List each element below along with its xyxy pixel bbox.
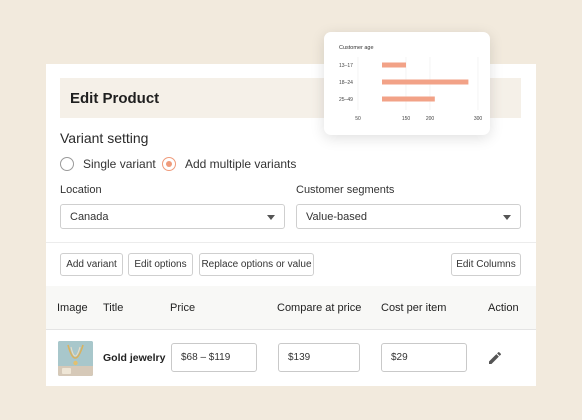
replace-options-button[interactable]: Replace options or value (199, 253, 314, 276)
x-tick-label: 200 (426, 116, 435, 122)
column-header-compare-at-price: Compare at price (277, 302, 362, 314)
x-tick-label: 300 (474, 116, 483, 122)
edit-columns-button[interactable]: Edit Columns (451, 253, 521, 276)
compare-at-price-input[interactable]: $139 (278, 343, 360, 372)
category-label: 13–17 (339, 63, 353, 69)
customer-segments-value: Value-based (306, 211, 367, 223)
x-tick-label: 150 (402, 116, 411, 122)
price-input[interactable]: $68 – $119 (171, 343, 257, 372)
bar (382, 62, 406, 68)
customer-segments-select[interactable]: Value-based (296, 204, 521, 229)
category-label: 18–24 (339, 80, 353, 86)
category-label: 25–49 (339, 97, 353, 103)
bar (382, 96, 435, 102)
column-header-title: Title (103, 302, 124, 314)
edit-options-button[interactable]: Edit options (128, 253, 193, 276)
variant-setting-title: Variant setting (60, 130, 149, 146)
x-tick-label: 50 (355, 116, 361, 122)
radio-button-unselected[interactable] (60, 157, 74, 171)
radio-multiple-variants[interactable]: Add multiple variants (162, 156, 296, 172)
location-select[interactable]: Canada (60, 204, 285, 229)
product-thumbnail (58, 341, 93, 376)
chevron-down-icon (503, 215, 511, 220)
row-title: Gold jewelry (103, 352, 166, 364)
customer-age-chart-card: Customer age 50 150 200 300 13–17 18–24 25–49 (324, 32, 490, 135)
chevron-down-icon (267, 215, 275, 220)
customer-segments-label: Customer segments (296, 184, 395, 196)
pencil-icon[interactable] (487, 350, 503, 366)
radio-label-multiple-variants: Add multiple variants (185, 157, 297, 171)
radio-label-single-variant: Single variant (83, 157, 156, 171)
radio-button-selected[interactable] (162, 157, 176, 171)
radio-single-variant[interactable]: Single variant (60, 156, 156, 172)
customer-age-chart: 50 150 200 300 13–17 18–24 25–49 (339, 57, 483, 122)
bar (382, 79, 469, 85)
column-header-action: Action (488, 302, 519, 314)
column-header-image: Image (57, 302, 88, 314)
table-header: Image Title Price Compare at price Cost … (46, 286, 536, 330)
location-label: Location (60, 184, 102, 196)
page-title: Edit Product (70, 90, 160, 107)
cost-per-item-input[interactable]: $29 (381, 343, 467, 372)
location-value: Canada (70, 211, 109, 223)
column-header-cost-per-item: Cost per item (381, 302, 447, 314)
divider (46, 242, 536, 243)
necklace-image (58, 341, 93, 376)
add-variant-button[interactable]: Add variant (60, 253, 123, 276)
column-header-price: Price (170, 302, 196, 314)
